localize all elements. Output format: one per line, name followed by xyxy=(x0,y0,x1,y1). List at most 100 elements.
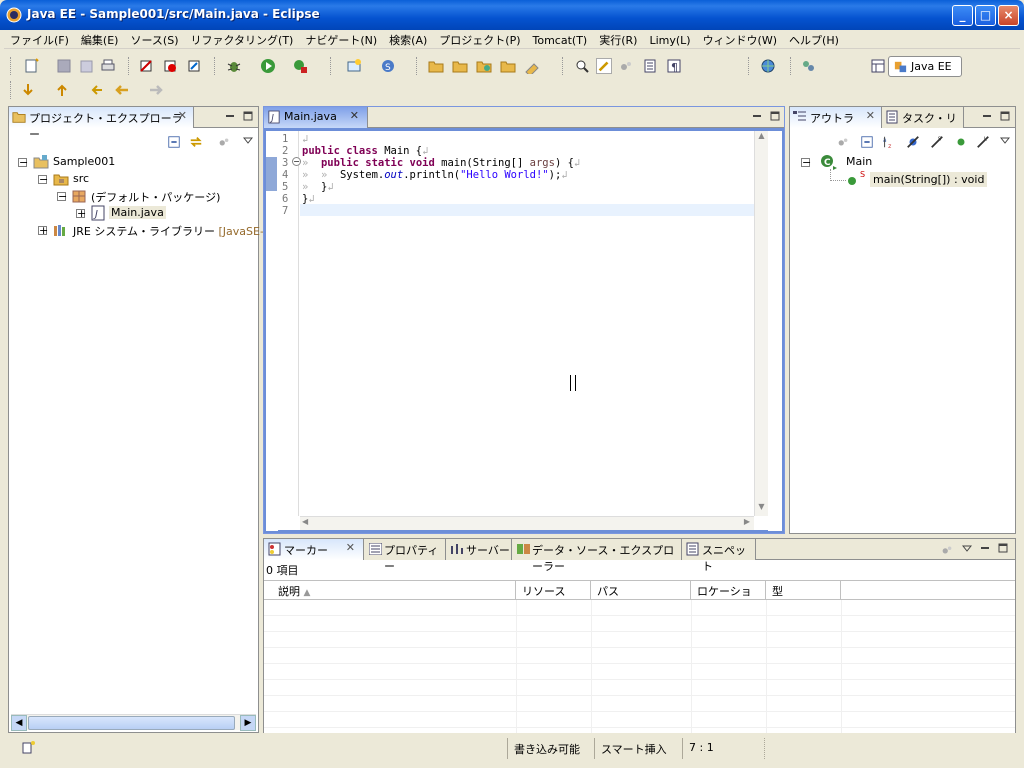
menu-edit[interactable]: 編集(E) xyxy=(75,30,125,48)
next-annotation-icon[interactable] xyxy=(20,82,36,98)
new-java-class-icon[interactable]: S xyxy=(380,58,396,74)
hide-local-types-icon[interactable]: L xyxy=(976,135,990,149)
scroll-up-icon[interactable]: ▲ xyxy=(755,131,768,145)
scroll-left-icon[interactable]: ◀ xyxy=(11,715,27,731)
search-icon[interactable] xyxy=(524,58,540,74)
open-type-icon[interactable] xyxy=(428,58,444,74)
package-collapse-toggle[interactable]: − xyxy=(57,191,67,202)
code-editor[interactable]: ↲ public class Main {↲ » public static v… xyxy=(300,131,754,516)
show-source-icon[interactable] xyxy=(642,58,658,74)
open-perspective-icon[interactable] xyxy=(870,58,886,74)
maximize-view-icon[interactable] xyxy=(243,111,253,121)
scroll-left-editor-icon[interactable]: ◀ xyxy=(302,517,308,526)
tree-item-src[interactable]: src xyxy=(73,172,89,185)
menu-help[interactable]: ヘルプ(H) xyxy=(783,30,845,48)
new-icon[interactable] xyxy=(24,58,40,74)
tab-tasks[interactable]: タスク・リ xyxy=(882,107,964,128)
outline-maximize-icon[interactable] xyxy=(1000,111,1010,121)
close-outline-tab-icon[interactable]: ✕ xyxy=(866,109,875,122)
menu-refactor[interactable]: リファクタリング(T) xyxy=(184,30,299,48)
previous-annotation-icon[interactable] xyxy=(54,82,70,98)
outline-item-class[interactable]: Main xyxy=(846,155,872,168)
menu-navigate[interactable]: ナビゲート(N) xyxy=(299,30,383,48)
outline-view-menu-icon[interactable] xyxy=(1000,135,1010,145)
mark-occurrences-icon[interactable] xyxy=(596,58,612,74)
tab-markers[interactable]: マーカー ✕ xyxy=(264,539,364,560)
link-with-editor-icon[interactable] xyxy=(189,135,203,149)
save-icon[interactable] xyxy=(56,58,72,74)
tree-item-project[interactable]: Sample001 xyxy=(53,155,115,168)
menu-file[interactable]: ファイル(F) xyxy=(4,30,75,48)
tab-snippets[interactable]: スニペット xyxy=(682,539,756,573)
debug-icon[interactable] xyxy=(226,58,242,74)
project-collapse-toggle[interactable]: − xyxy=(18,157,28,168)
close-button[interactable]: × xyxy=(998,5,1019,26)
tree-item-jre[interactable]: JRE システム・ライブラリー [JavaSE-1.6 xyxy=(73,223,281,239)
menu-limy[interactable]: Limy(L) xyxy=(643,32,696,47)
open-folder-icon[interactable] xyxy=(476,58,492,74)
sort-icon[interactable]: az xyxy=(882,135,896,149)
editor-h-scrollbar[interactable]: ◀ ▶ xyxy=(300,516,754,530)
tab-properties[interactable]: プロパティー xyxy=(364,539,446,573)
close-tab-icon[interactable]: ✕ xyxy=(178,109,187,122)
stop-server-icon[interactable] xyxy=(162,58,178,74)
outline-item-method[interactable]: main(String[]) : void xyxy=(870,172,988,187)
fast-view-icon[interactable] xyxy=(22,740,36,754)
markers-minimize-icon[interactable] xyxy=(980,543,990,553)
scroll-thumb[interactable] xyxy=(28,716,235,730)
print-icon[interactable] xyxy=(100,58,116,74)
close-editor-tab-icon[interactable]: ✕ xyxy=(350,109,359,122)
open-resource-icon[interactable] xyxy=(452,58,468,74)
tab-servers[interactable]: サーバー xyxy=(446,539,512,560)
outline-collapse-icon[interactable] xyxy=(860,135,874,149)
file-expand-toggle[interactable]: + xyxy=(76,208,86,219)
save-all-icon[interactable] xyxy=(78,58,94,74)
src-collapse-toggle[interactable]: − xyxy=(38,174,48,185)
scroll-right-editor-icon[interactable]: ▶ xyxy=(744,517,750,526)
markers-maximize-icon[interactable] xyxy=(998,543,1008,553)
col-path[interactable]: パス xyxy=(591,581,691,599)
view-menu-icon[interactable] xyxy=(243,135,253,145)
open-project-icon[interactable] xyxy=(500,58,516,74)
maximize-button[interactable]: □ xyxy=(975,5,996,26)
close-markers-tab-icon[interactable]: ✕ xyxy=(346,541,355,554)
col-resource[interactable]: リソース xyxy=(516,581,591,599)
tree-item-package[interactable]: (デフォルト・パッケージ) xyxy=(91,189,220,205)
scroll-down-icon[interactable]: ▼ xyxy=(755,502,768,516)
minimize-view-icon[interactable] xyxy=(225,111,235,121)
annotation-icon[interactable] xyxy=(574,58,590,74)
menu-tomcat[interactable]: Tomcat(T) xyxy=(527,32,594,47)
menu-run[interactable]: 実行(R) xyxy=(593,30,643,48)
tab-data-source-explorer[interactable]: データ・ソース・エクスプローラー xyxy=(512,539,682,573)
back-icon[interactable] xyxy=(114,82,130,98)
col-type[interactable]: 型 xyxy=(766,581,841,599)
jre-expand-toggle[interactable]: + xyxy=(38,225,48,236)
markers-view-menu-icon[interactable] xyxy=(962,543,972,553)
menu-project[interactable]: プロジェクト(P) xyxy=(433,30,526,48)
external-tools-icon[interactable] xyxy=(292,58,308,74)
globe-icon[interactable] xyxy=(760,58,776,74)
class-collapse-toggle[interactable]: − xyxy=(801,157,811,168)
outline-minimize-icon[interactable] xyxy=(982,111,992,121)
col-description[interactable]: 説明 ▲ xyxy=(264,581,516,599)
last-edit-icon[interactable] xyxy=(90,82,106,98)
tree-item-main-java[interactable]: Main.java xyxy=(109,206,166,219)
run-icon[interactable] xyxy=(260,58,276,74)
editor-v-scrollbar[interactable]: ▲ ▼ xyxy=(754,131,768,516)
tab-main-java[interactable]: J Main.java ✕ xyxy=(264,107,368,128)
debug-server-icon[interactable] xyxy=(138,58,154,74)
forward-icon[interactable] xyxy=(148,82,164,98)
scroll-right-icon[interactable]: ▶ xyxy=(240,715,256,731)
hide-non-public-icon[interactable] xyxy=(954,135,968,149)
editor-minimize-icon[interactable] xyxy=(752,111,762,121)
col-location[interactable]: ロケーション xyxy=(691,581,766,614)
block-selection-icon[interactable] xyxy=(618,58,634,74)
menu-source[interactable]: ソース(S) xyxy=(124,30,184,48)
restart-server-icon[interactable] xyxy=(186,58,202,74)
team-sync-icon[interactable] xyxy=(800,58,816,74)
hide-fields-icon[interactable] xyxy=(906,135,920,149)
whitespace-icon[interactable]: ¶ xyxy=(666,58,682,74)
tab-project-explorer[interactable]: プロジェクト・エクスプローラー ✕ xyxy=(9,107,194,141)
outline-gears-icon[interactable] xyxy=(836,135,850,149)
tab-outline[interactable]: アウトラ ✕ xyxy=(790,107,882,128)
